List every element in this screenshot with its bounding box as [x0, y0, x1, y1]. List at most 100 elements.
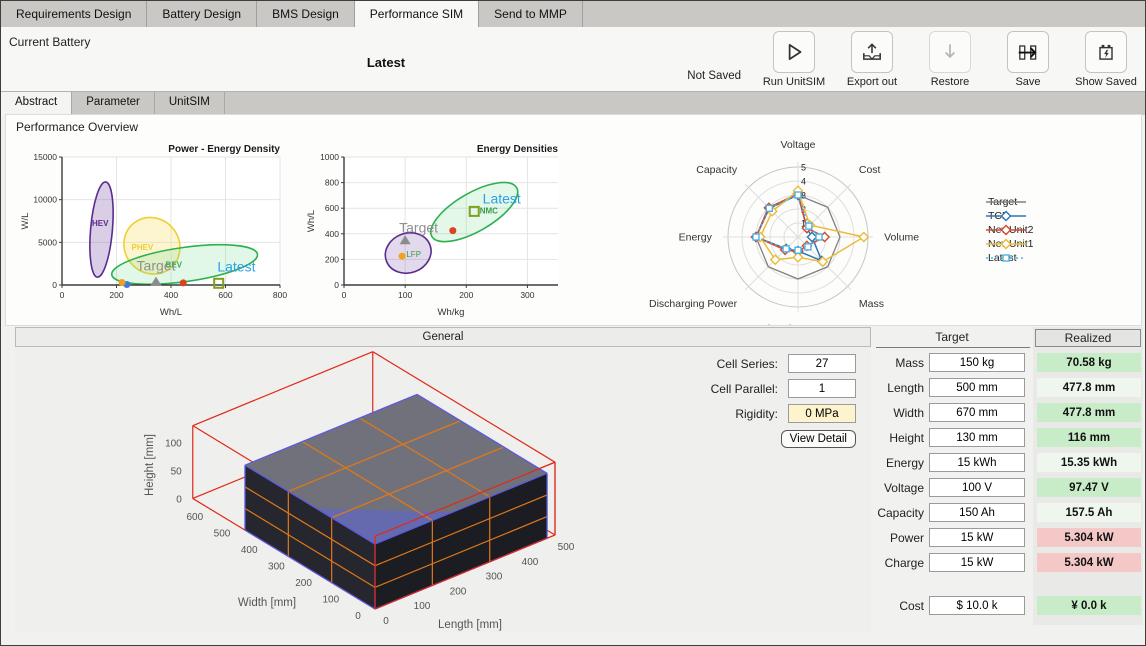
legend-swatch [984, 196, 1028, 208]
cell-parallel-row: Cell Parallel: 1 [596, 378, 856, 403]
svg-text:HEV: HEV [92, 219, 109, 228]
svg-text:800: 800 [325, 178, 339, 188]
svg-text:200: 200 [459, 290, 473, 300]
legend-item-latest: Latest [984, 251, 1034, 264]
general-panel-body: 0100200300400500010020030040050060005010… [15, 347, 871, 633]
export-out-label: Export out [847, 76, 897, 88]
charts-row: HEVPHEVBEV0200400600800050001000015000Wh… [6, 115, 1141, 325]
result-row-cost: Cost $ 10.0 k ¥ 0.0 k [876, 596, 1144, 616]
result-row-energy: Energy15 kWh15.35 kWh [876, 453, 1144, 473]
svg-text:600: 600 [186, 512, 203, 523]
svg-text:500: 500 [214, 529, 231, 540]
tab-bms-design[interactable]: BMS Design [257, 1, 355, 27]
target-header-rule [876, 347, 1030, 348]
result-label: Cost [876, 599, 924, 613]
app-window: Requirements Design Battery Design BMS D… [0, 0, 1146, 646]
svg-text:200: 200 [450, 586, 467, 597]
target-input[interactable]: 100 V [929, 478, 1025, 497]
show-saved-battery-icon [1094, 40, 1118, 64]
result-label: Capacity [876, 506, 924, 520]
rigidity-field[interactable]: 0 MPa [788, 404, 856, 423]
realized-value: 5.304 kW [1037, 528, 1141, 547]
subtab-abstract[interactable]: Abstract [1, 92, 72, 115]
svg-text:600: 600 [325, 203, 339, 213]
target-input[interactable]: 15 kWh [929, 453, 1025, 472]
show-saved-button[interactable]: Show Saved [1073, 31, 1139, 88]
pack-3d-plot[interactable]: 0100200300400500010020030040050060005010… [25, 347, 645, 634]
rigidity-row: Rigidity: 0 MPa [596, 403, 856, 428]
target-input[interactable]: 150 kg [929, 353, 1025, 372]
target-input[interactable]: 15 kW [929, 528, 1025, 547]
legend-item-newunit1: NewUnit1 [984, 237, 1034, 250]
svg-text:4: 4 [801, 177, 806, 187]
legend-swatch [984, 210, 1028, 222]
tab-send-to-mmp[interactable]: Send to MMP [479, 1, 583, 27]
svg-text:300: 300 [268, 562, 285, 573]
subtab-unitsim[interactable]: UnitSIM [155, 92, 225, 115]
svg-text:1000: 1000 [320, 152, 339, 162]
target-input[interactable]: 500 mm [929, 378, 1025, 397]
target-input[interactable]: $ 10.0 k [929, 596, 1025, 615]
restore-button[interactable]: Restore [917, 31, 983, 88]
cell-series-field[interactable]: 27 [788, 354, 856, 373]
result-row-charge: Charge15 kW5.304 kW [876, 553, 1144, 573]
svg-text:0: 0 [60, 290, 65, 300]
svg-text:Wh/L: Wh/L [160, 307, 182, 318]
svg-text:Discharging Power: Discharging Power [649, 298, 738, 310]
target-input[interactable]: 130 mm [929, 428, 1025, 447]
result-row-power: Power 15 kW 5.304 kW [876, 528, 1144, 548]
target-input[interactable]: 670 mm [929, 403, 1025, 422]
export-icon [860, 40, 884, 64]
result-row-height: Height130 mm116 mm [876, 428, 1144, 448]
svg-text:200: 200 [325, 254, 339, 264]
result-label: Power [876, 531, 924, 545]
svg-text:500: 500 [558, 542, 575, 553]
performance-overview-panel: Performance Overview HEVPHEVBEV020040060… [5, 114, 1142, 326]
battery-name-title: Latest [301, 55, 471, 70]
export-out-button[interactable]: Export out [839, 31, 905, 88]
result-row-length: Length500 mm477.8 mm [876, 378, 1144, 398]
target-input[interactable]: 150 Ah [929, 503, 1025, 522]
save-status-label: Not Saved [687, 70, 741, 82]
run-unitsim-button[interactable]: Run UnitSIM [761, 31, 827, 88]
main-tabbar: Requirements Design Battery Design BMS D… [1, 1, 1145, 27]
save-button[interactable]: Save [995, 31, 1061, 88]
svg-text:Volume: Volume [884, 232, 919, 244]
realized-value: 477.8 mm [1037, 378, 1141, 397]
cell-series-label: Cell Series: [717, 357, 778, 371]
svg-text:15000: 15000 [33, 152, 57, 162]
subtab-parameter[interactable]: Parameter [72, 92, 155, 115]
cell-series-row: Cell Series: 27 [596, 353, 856, 378]
tab-battery-design[interactable]: Battery Design [147, 1, 257, 27]
save-label: Save [1015, 76, 1040, 88]
svg-text:5: 5 [801, 163, 806, 173]
result-row-width: Width670 mm477.8 mm [876, 403, 1144, 423]
svg-text:Height [mm]: Height [mm] [144, 434, 156, 496]
tab-requirements-design[interactable]: Requirements Design [1, 1, 147, 27]
svg-text:Length [mm]: Length [mm] [438, 619, 502, 631]
general-panel-title: General [15, 327, 871, 347]
realized-value: ¥ 0.0 k [1037, 596, 1141, 615]
svg-text:Voltage: Voltage [780, 139, 815, 151]
tab-performance-sim[interactable]: Performance SIM [355, 1, 479, 27]
svg-text:50: 50 [171, 466, 183, 477]
result-label: Voltage [876, 481, 924, 495]
cell-parallel-field[interactable]: 1 [788, 379, 856, 398]
cell-parallel-label: Cell Parallel: [711, 382, 778, 396]
svg-text:Wh/kg: Wh/kg [438, 307, 465, 318]
legend-swatch [984, 224, 1028, 236]
svg-text:200: 200 [109, 290, 123, 300]
svg-text:100: 100 [398, 290, 412, 300]
svg-text:5000: 5000 [38, 237, 57, 247]
view-detail-button[interactable]: View Detail [781, 430, 856, 448]
show-saved-label: Show Saved [1075, 76, 1137, 88]
toolbar: Not Saved Run UnitSIM Export out Restore… [687, 31, 1139, 88]
target-input[interactable]: 15 kW [929, 553, 1025, 572]
rigidity-label: Rigidity: [735, 407, 778, 421]
radar-legend: TargetTCBNewUnit2NewUnit1Latest [984, 195, 1034, 264]
svg-text:W/L: W/L [20, 213, 31, 230]
restore-label: Restore [931, 76, 970, 88]
legend-item-target: Target [984, 195, 1034, 208]
result-label: Height [876, 431, 924, 445]
realized-value: 97.47 V [1037, 478, 1141, 497]
